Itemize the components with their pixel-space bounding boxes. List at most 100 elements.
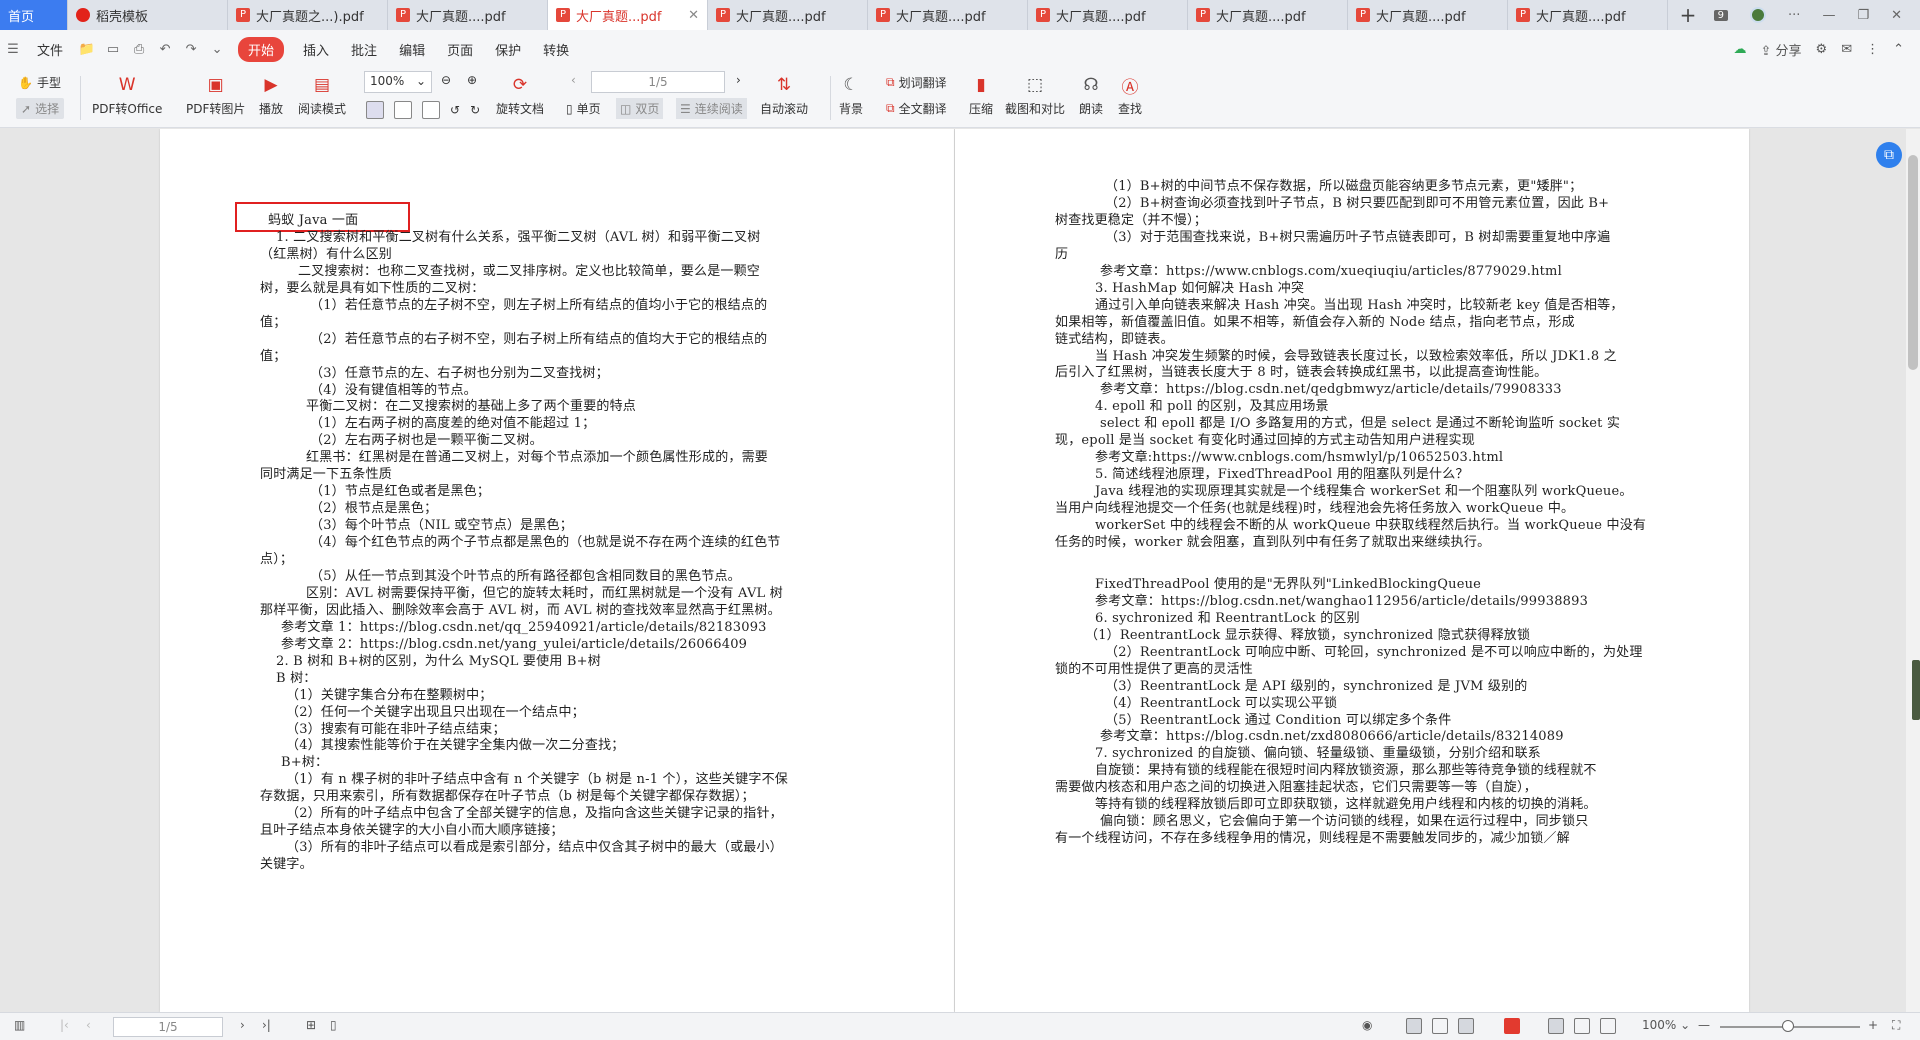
zoom-select[interactable]: 100% ⌄ <box>364 71 432 93</box>
status-zoom-select[interactable]: 100% ⌄ <box>1642 1018 1690 1032</box>
more-icon[interactable]: ⋮ <box>1866 42 1879 57</box>
new-tab-button[interactable]: + <box>1668 0 1708 30</box>
fit-width-icon[interactable] <box>394 101 412 119</box>
rotate-icon: ⟳ <box>512 75 528 95</box>
next-page-icon[interactable]: › <box>240 1018 245 1032</box>
sidebar-toggle-icon[interactable]: ▥ <box>14 1018 25 1032</box>
fit-page-icon[interactable] <box>366 101 384 119</box>
undo-icon[interactable]: ↶ <box>152 42 178 57</box>
zoom-slider-knob[interactable] <box>1782 1020 1794 1032</box>
continuous-read-button[interactable]: ☰ 连续阅读 <box>676 98 747 119</box>
full-translate-button[interactable]: ⧉ 全文翻译 <box>886 100 947 117</box>
menu-insert[interactable]: 插入 <box>292 40 340 59</box>
play-slideshow-icon[interactable] <box>1504 1018 1520 1034</box>
menu-file[interactable]: 文件 <box>26 40 74 59</box>
tab-label: 大厂真题....pdf <box>1376 9 1466 25</box>
word-translate-button[interactable]: ⧉ 划词翻译 <box>886 74 947 91</box>
select-tool[interactable]: ➚ 选择 <box>16 98 65 119</box>
collapse-icon[interactable]: ⌃ <box>1893 42 1904 57</box>
close-icon[interactable]: ✕ <box>1891 8 1902 23</box>
prev-page-icon[interactable]: ‹ <box>571 73 576 87</box>
tab-6[interactable]: P 大厂真题....pdf <box>868 0 1028 30</box>
menu-edit[interactable]: 编辑 <box>388 40 436 59</box>
fit-view-icon[interactable] <box>1548 1018 1564 1034</box>
auto-scroll-button[interactable]: ⇅ 自动滚动 <box>760 72 808 117</box>
next-page-icon[interactable]: › <box>736 73 741 87</box>
open-icon[interactable]: 📁 <box>74 42 100 57</box>
double-view-icon[interactable] <box>1458 1018 1474 1034</box>
page-icon[interactable]: ▯ <box>330 1018 337 1032</box>
minimize-icon[interactable]: — <box>1822 8 1835 23</box>
scrollbar-thumb[interactable] <box>1908 155 1918 370</box>
floating-tool-icon[interactable]: ⧉ <box>1876 142 1902 168</box>
text-line: 任务的时候，worker 就会阻塞，直到队列中有任务了就取出来继续执行。 <box>1055 534 1491 550</box>
share-button[interactable]: ⇪ 分享 <box>1760 40 1801 59</box>
close-tab-icon[interactable]: ✕ <box>688 8 699 23</box>
print-icon[interactable]: ⎙ <box>126 42 152 57</box>
hamburger-icon[interactable]: ☰ <box>0 42 26 57</box>
fit-height-view-icon[interactable] <box>1600 1018 1616 1034</box>
tab-9[interactable]: P 大厂真题....pdf <box>1348 0 1508 30</box>
rotate-left-icon[interactable]: ↺ <box>450 103 460 117</box>
last-page-icon[interactable]: ›| <box>262 1018 271 1032</box>
side-panel-handle[interactable] <box>1912 660 1920 720</box>
compress-button[interactable]: ▮ 压缩 <box>968 72 994 117</box>
menu-annotate[interactable]: 批注 <box>340 40 388 59</box>
cloud-icon[interactable]: ☁ <box>1733 42 1746 57</box>
page-number-input[interactable]: 1/5 <box>591 71 725 93</box>
read-aloud-button[interactable]: ☊ 朗读 <box>1078 72 1104 117</box>
rotate-document-button[interactable]: ⟳ 旋转文档 <box>496 72 544 117</box>
tab-0[interactable]: 首页 <box>0 0 68 30</box>
single-page-button[interactable]: ▯ 单页 <box>566 100 601 117</box>
zoom-out-icon[interactable]: ⊖ <box>441 73 451 87</box>
status-page-input[interactable]: 1/5 <box>113 1017 223 1037</box>
fit-width-view-icon[interactable] <box>1574 1018 1590 1034</box>
fullscreen-icon[interactable]: ⛶ <box>1892 1018 1900 1033</box>
comment-icon[interactable]: ✉ <box>1841 42 1852 57</box>
zoom-in-icon[interactable]: + <box>1868 1018 1878 1032</box>
screenshot-compare-button[interactable]: ⬚ 截图和对比 <box>1005 72 1065 117</box>
read-mode-button[interactable]: ▤ 阅读模式 <box>298 72 346 117</box>
tab-label: 大厂真题....pdf <box>736 9 826 25</box>
background-button[interactable]: ☾ 背景 <box>838 72 864 117</box>
first-page-icon[interactable]: |‹ <box>60 1018 69 1032</box>
tab-2[interactable]: P 大厂真题之...).pdf <box>228 0 388 30</box>
single-view-icon[interactable] <box>1406 1018 1422 1034</box>
more-icon[interactable]: ··· <box>1788 8 1800 23</box>
rotate-right-icon[interactable]: ↻ <box>470 103 480 117</box>
tab-1[interactable]: 稻壳模板 <box>68 0 228 30</box>
avatar[interactable] <box>1750 7 1767 23</box>
zoom-in-icon[interactable]: ⊕ <box>467 73 477 87</box>
pdf-to-image-button[interactable]: ▣ PDF转图片 <box>186 72 245 117</box>
menu-page[interactable]: 页面 <box>436 40 484 59</box>
tab-5[interactable]: P 大厂真题....pdf <box>708 0 868 30</box>
tab-8[interactable]: P 大厂真题....pdf <box>1188 0 1348 30</box>
notification-badge[interactable]: 9 <box>1713 9 1729 21</box>
text-line: （4）其搜索性能等价于在关键字全集内做一次二分查找； <box>286 738 625 754</box>
actual-size-icon[interactable] <box>422 101 440 119</box>
tab-label: 大厂真题....pdf <box>1536 9 1626 25</box>
tab-10[interactable]: P 大厂真题....pdf <box>1508 0 1668 30</box>
tab-4[interactable]: P 大厂真题...pdf ✕ <box>548 0 708 30</box>
add-page-icon[interactable]: ⊞ <box>306 1018 316 1032</box>
prev-page-icon[interactable]: ‹ <box>86 1018 91 1032</box>
eye-icon[interactable]: ◉ <box>1362 1018 1372 1032</box>
zoom-out-icon[interactable]: — <box>1698 1018 1710 1032</box>
settings-icon[interactable]: ⚙ <box>1816 42 1828 57</box>
menu-convert[interactable]: 转换 <box>532 40 580 59</box>
play-button[interactable]: ▶ 播放 <box>258 72 284 117</box>
save-icon[interactable]: ▭ <box>100 42 126 57</box>
tab-3[interactable]: P 大厂真题....pdf <box>388 0 548 30</box>
pdf-to-office-button[interactable]: W PDF转Office <box>92 72 162 117</box>
text-line: 值； <box>260 348 287 364</box>
hand-tool[interactable]: ✋ 手型 <box>18 74 61 91</box>
page-view-icon[interactable] <box>1432 1018 1448 1034</box>
redo-icon[interactable]: ↷ <box>178 42 204 57</box>
dropdown-icon[interactable]: ⌄ <box>204 42 230 57</box>
menu-start[interactable]: 开始 <box>238 36 285 62</box>
tab-7[interactable]: P 大厂真题....pdf <box>1028 0 1188 30</box>
restore-icon[interactable]: ❐ <box>1857 8 1869 23</box>
find-button[interactable]: Ⓐ 查找 <box>1117 72 1143 117</box>
double-page-button[interactable]: ◫ 双页 <box>616 98 664 119</box>
menu-protect[interactable]: 保护 <box>484 40 532 59</box>
